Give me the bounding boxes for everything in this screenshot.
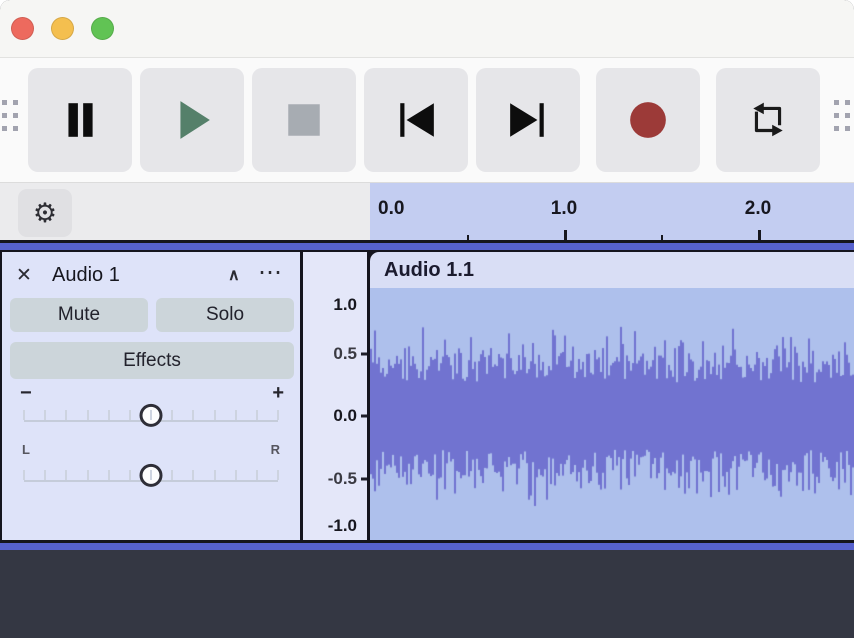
slider-tick: [277, 410, 279, 420]
stop-button[interactable]: [252, 68, 356, 172]
pause-button[interactable]: [28, 68, 132, 172]
close-icon: ✕: [16, 265, 32, 286]
mute-label: Mute: [58, 304, 100, 326]
slider-tick: [65, 470, 67, 480]
slider-tick: [214, 470, 216, 480]
ruler-label: 2.0: [745, 198, 771, 220]
track-menu-button[interactable]: ⋯: [258, 258, 282, 287]
scale-tick: [361, 352, 367, 355]
scale-tick: [361, 415, 367, 418]
pause-icon: [59, 99, 101, 141]
scale-label: -0.5: [328, 469, 357, 489]
clip-title: Audio 1.1: [384, 259, 474, 282]
record-button[interactable]: [596, 68, 700, 172]
scale-label: 0.0: [333, 406, 357, 426]
slider-tick: [235, 410, 237, 420]
gain-slider[interactable]: [24, 406, 278, 422]
toolbar-dock: [0, 58, 854, 182]
clip-header[interactable]: Audio 1.1: [370, 252, 854, 288]
mute-button[interactable]: Mute: [10, 298, 148, 332]
effects-button[interactable]: Effects: [10, 342, 294, 379]
slider-tick: [192, 410, 194, 420]
slider-tick: [108, 410, 110, 420]
track-selection-band-top: [0, 243, 854, 250]
close-window-button[interactable]: [11, 17, 34, 40]
waveform[interactable]: [370, 288, 854, 540]
effects-label: Effects: [123, 350, 181, 372]
play-icon: [171, 99, 213, 141]
loop-button[interactable]: [716, 68, 820, 172]
slider-tick: [277, 470, 279, 480]
pan-right-label: R: [271, 442, 280, 457]
slider-tick: [150, 410, 152, 420]
empty-workspace: [0, 550, 854, 638]
scale-label: 0.5: [333, 344, 357, 364]
slider-tick: [192, 470, 194, 480]
audio-clip: Audio 1.1: [370, 252, 854, 540]
solo-button[interactable]: Solo: [156, 298, 294, 332]
stop-icon: [283, 99, 325, 141]
slider-tick: [23, 470, 25, 480]
track-control-panel: ✕ Audio 1 ∧ ⋯ Mute Solo Effects − + L R: [2, 252, 300, 540]
slider-tick: [256, 470, 258, 480]
gain-plus-label: +: [272, 382, 284, 405]
track-title[interactable]: Audio 1: [52, 264, 120, 287]
scale-label: 1.0: [333, 295, 357, 315]
slider-tick: [65, 410, 67, 420]
skip-to-start-button[interactable]: [364, 68, 468, 172]
skip-to-end-button[interactable]: [476, 68, 580, 172]
play-button[interactable]: [140, 68, 244, 172]
pan-left-label: L: [22, 442, 30, 457]
timeline-settings-button[interactable]: ⚙: [18, 189, 72, 237]
vertical-scale-ruler[interactable]: 1.0 0.5 0.0 -0.5 -1.0: [303, 252, 367, 540]
zoom-window-button[interactable]: [91, 17, 114, 40]
ellipsis-icon: ⋯: [258, 259, 282, 286]
slider-tick: [23, 410, 25, 420]
slider-tick: [87, 410, 89, 420]
clip-body: [370, 288, 854, 540]
gear-icon: ⚙: [33, 198, 57, 229]
skip-end-icon: [507, 99, 549, 141]
track-area: ✕ Audio 1 ∧ ⋯ Mute Solo Effects − + L R …: [0, 250, 854, 540]
slider-tick: [235, 470, 237, 480]
slider-tick: [87, 470, 89, 480]
slider-tick: [129, 470, 131, 480]
slider-tick: [44, 410, 46, 420]
slider-tick: [44, 470, 46, 480]
toolbar-drag-handle-right[interactable]: [834, 100, 850, 131]
title-bar: [0, 0, 854, 58]
slider-tick: [256, 410, 258, 420]
track-selection-band-bottom: [0, 543, 854, 550]
close-track-button[interactable]: ✕: [16, 264, 32, 287]
slider-tick: [171, 470, 173, 480]
slider-tick: [108, 470, 110, 480]
loop-icon: [747, 99, 789, 141]
ruler-label: 0.0: [378, 198, 404, 220]
timeline-row: ⚙ 0.0 1.0 2.0: [0, 182, 854, 241]
slider-tick: [129, 410, 131, 420]
toolbar-drag-handle-left[interactable]: [2, 100, 18, 131]
solo-label: Solo: [206, 304, 244, 326]
slider-tick: [150, 470, 152, 480]
minimize-window-button[interactable]: [51, 17, 74, 40]
scale-tick: [361, 477, 367, 480]
ruler-label: 1.0: [551, 198, 577, 220]
audacity-window: ⚙ 0.0 1.0 2.0 ✕ Audio 1 ∧ ⋯ Mute Solo Effe…: [0, 0, 854, 638]
pan-slider[interactable]: [24, 466, 278, 482]
slider-tick: [171, 410, 173, 420]
record-icon: [627, 99, 669, 141]
collapse-track-button[interactable]: ∧: [228, 265, 240, 285]
slider-tick: [214, 410, 216, 420]
time-ruler[interactable]: 0.0 1.0 2.0: [370, 183, 854, 241]
chevron-up-icon: ∧: [228, 267, 240, 284]
scale-label: -1.0: [328, 516, 357, 536]
skip-start-icon: [395, 99, 437, 141]
gain-minus-label: −: [20, 382, 32, 405]
